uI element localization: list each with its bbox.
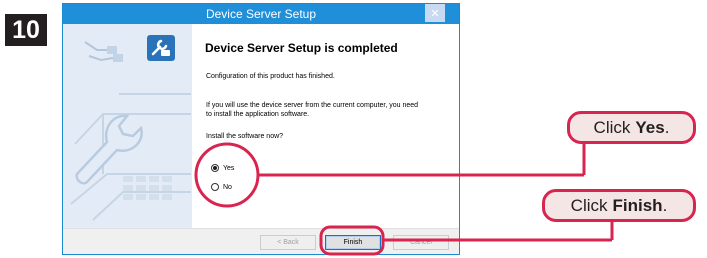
callout-yes-emphasis: Yes xyxy=(635,117,665,137)
dialog-title: Device Server Setup xyxy=(205,7,317,21)
info-text-line1: If you will use the device server from t… xyxy=(206,102,419,109)
cancel-button[interactable]: Cancel xyxy=(393,235,449,250)
setup-dialog: Device Server Setup ✕ Device Server Setu… xyxy=(62,3,460,255)
info-text-line2: to install the application software. xyxy=(206,111,310,118)
radio-yes-label: Yes xyxy=(223,164,235,172)
configured-text: Configuration of this product has finish… xyxy=(206,73,335,80)
callout-finish-suffix: . xyxy=(662,195,668,215)
radio-yes-indicator[interactable] xyxy=(211,164,219,172)
close-icon: ✕ xyxy=(430,7,440,20)
callout-finish-emphasis: Finish xyxy=(612,195,663,215)
completion-heading: Device Server Setup is completed xyxy=(205,41,398,55)
finish-button[interactable]: Finish xyxy=(325,235,381,250)
wrench-laptop-illustration xyxy=(70,35,191,221)
step-number-badge: 10 xyxy=(5,14,47,46)
radio-no-indicator[interactable] xyxy=(211,183,219,191)
radio-no-label: No xyxy=(223,183,232,191)
cable-icon xyxy=(84,41,123,62)
callout-click-yes: Click Yes. xyxy=(567,111,696,144)
dialog-content: Device Server Setup is completed Configu… xyxy=(192,24,459,228)
install-prompt: Install the software now? xyxy=(206,133,284,140)
dialog-button-bar: < Back Finish Cancel xyxy=(63,228,459,254)
callout-yes-suffix: . xyxy=(664,117,670,137)
callout-finish-prefix: Click xyxy=(570,195,608,215)
back-button[interactable]: < Back xyxy=(260,235,316,250)
side-illustration-panel xyxy=(63,24,192,228)
callout-click-finish: Click Finish. xyxy=(542,189,696,222)
radio-no[interactable]: No xyxy=(211,183,232,191)
setup-icon xyxy=(147,35,175,61)
callout-yes-prefix: Click xyxy=(593,117,631,137)
dialog-titlebar: Device Server Setup ✕ xyxy=(63,4,459,24)
close-button[interactable]: ✕ xyxy=(425,4,445,22)
radio-yes[interactable]: Yes xyxy=(211,164,234,172)
